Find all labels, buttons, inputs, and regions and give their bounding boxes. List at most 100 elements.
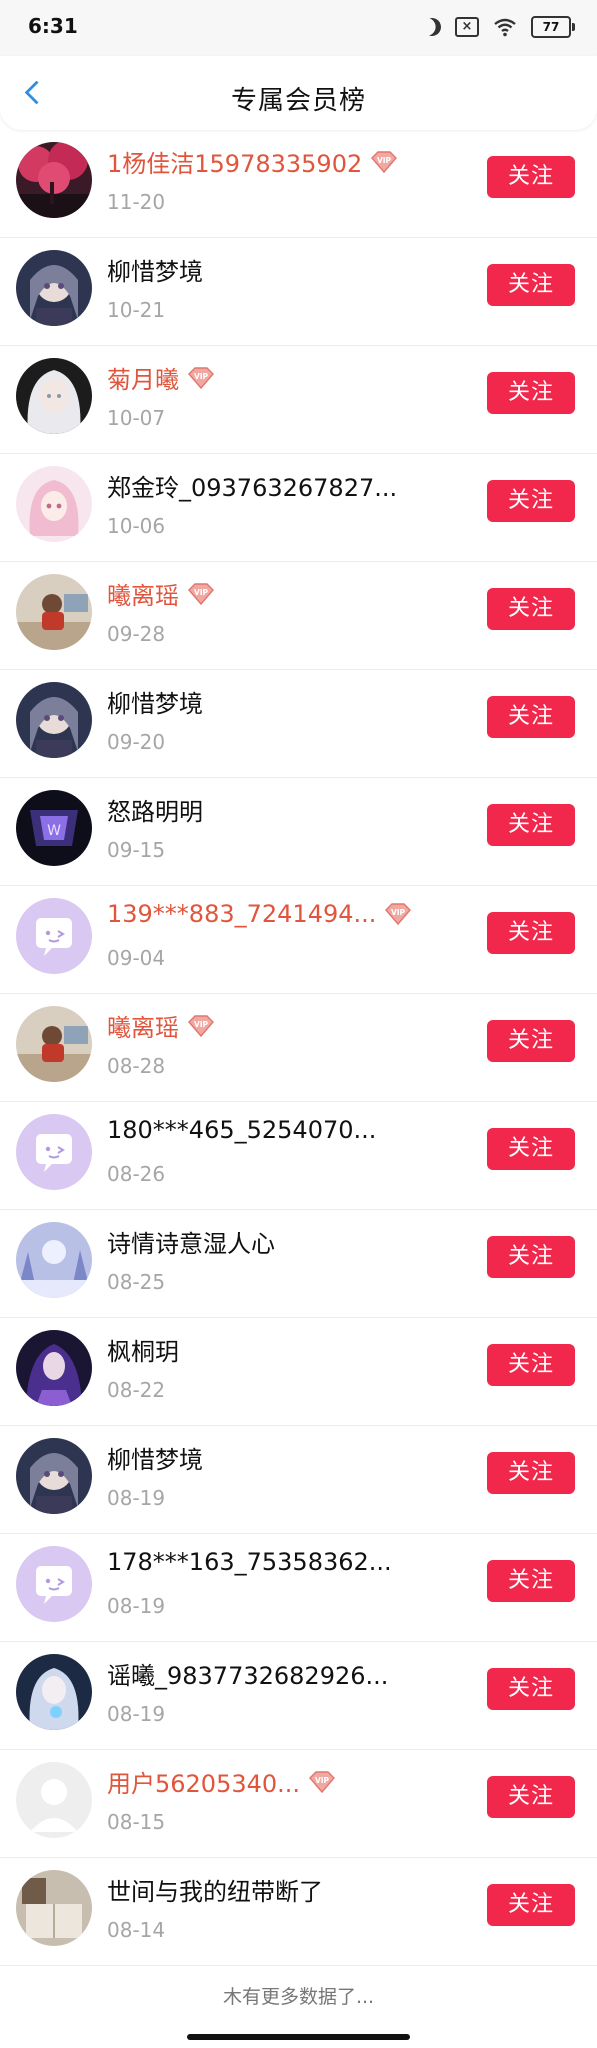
svg-text:VIP: VIP — [194, 1020, 209, 1029]
vip-diamond-icon: VIP — [382, 902, 414, 926]
member-row[interactable]: 曦离瑶 VIP 08-28 关注 — [0, 994, 597, 1102]
member-row[interactable]: 柳惜梦境 10-21 关注 — [0, 238, 597, 346]
member-name: 怒路明明 — [107, 792, 203, 827]
member-name: 柳惜梦境 — [107, 1440, 203, 1475]
member-date: 09-20 — [107, 730, 166, 754]
member-date: 08-19 — [107, 1702, 166, 1726]
member-name-text: 139***883_7241494... — [107, 900, 377, 928]
follow-button[interactable]: 关注 — [487, 264, 575, 306]
avatar[interactable] — [16, 1762, 92, 1838]
member-date: 08-14 — [107, 1918, 166, 1942]
avatar[interactable] — [16, 1222, 92, 1298]
header: 专属会员榜 — [0, 56, 597, 130]
follow-button[interactable]: 关注 — [487, 696, 575, 738]
follow-button[interactable]: 关注 — [487, 480, 575, 522]
vip-diamond-icon: VIP — [368, 150, 400, 174]
svg-text:VIP: VIP — [194, 372, 209, 381]
member-name: 诗情诗意湿人心 — [107, 1224, 275, 1259]
member-date: 09-28 — [107, 622, 166, 646]
avatar[interactable] — [16, 1330, 92, 1406]
member-row[interactable]: 柳惜梦境 08-19 关注 — [0, 1426, 597, 1534]
member-row[interactable]: 柳惜梦境 09-20 关注 — [0, 670, 597, 778]
member-row[interactable]: 世间与我的纽带断了 08-14 关注 — [0, 1858, 597, 1966]
member-date: 09-04 — [107, 946, 166, 970]
member-date: 11-20 — [107, 190, 166, 214]
member-row[interactable]: 枫桐玥 08-22 关注 — [0, 1318, 597, 1426]
member-row[interactable]: 菊月曦 VIP 10-07 关注 — [0, 346, 597, 454]
vip-diamond-icon: VIP — [185, 366, 217, 390]
follow-button[interactable]: 关注 — [487, 156, 575, 198]
member-name-text: 柳惜梦境 — [107, 258, 203, 286]
avatar[interactable] — [16, 898, 92, 974]
member-name-text: 枫桐玥 — [107, 1338, 179, 1366]
avatar[interactable] — [16, 1438, 92, 1514]
member-date: 08-19 — [107, 1486, 166, 1510]
status-icons: × 77 — [423, 14, 575, 40]
member-name: 枫桐玥 — [107, 1332, 179, 1367]
member-name-text: 用户56205340... — [107, 1770, 301, 1798]
member-row[interactable]: 178***163_75358362... 08-19 关注 — [0, 1534, 597, 1642]
vip-diamond-icon: VIP — [185, 1014, 217, 1038]
follow-button[interactable]: 关注 — [487, 1452, 575, 1494]
member-name: 世间与我的纽带断了 — [107, 1872, 323, 1907]
member-date: 08-28 — [107, 1054, 166, 1078]
page-title: 专属会员榜 — [230, 86, 366, 116]
member-date: 10-07 — [107, 406, 166, 430]
svg-text:VIP: VIP — [194, 588, 209, 597]
member-name-text: 180***465_5254070... — [107, 1116, 377, 1144]
member-name: 郑金玲_093763267827... — [107, 468, 397, 503]
follow-button[interactable]: 关注 — [487, 1668, 575, 1710]
member-row[interactable]: 诗情诗意湿人心 08-25 关注 — [0, 1210, 597, 1318]
member-row[interactable]: 曦离瑶 VIP 09-28 关注 — [0, 562, 597, 670]
avatar[interactable] — [16, 142, 92, 218]
follow-button[interactable]: 关注 — [487, 912, 575, 954]
status-bar: 6:31 × 77 — [0, 0, 597, 56]
follow-button[interactable]: 关注 — [487, 1884, 575, 1926]
svg-text:VIP: VIP — [377, 156, 392, 165]
avatar[interactable] — [16, 466, 92, 542]
member-date: 10-21 — [107, 298, 166, 322]
avatar[interactable]: W — [16, 790, 92, 866]
vip-diamond-icon: VIP — [306, 1770, 338, 1794]
member-name: 178***163_75358362... — [107, 1548, 392, 1576]
member-row[interactable]: 郑金玲_093763267827... 10-06 关注 — [0, 454, 597, 562]
follow-button[interactable]: 关注 — [487, 372, 575, 414]
member-name-text: 178***163_75358362... — [107, 1548, 392, 1576]
member-name: 柳惜梦境 — [107, 252, 203, 287]
member-name-text: 曦离瑶 — [107, 582, 179, 610]
avatar[interactable] — [16, 1006, 92, 1082]
member-date: 10-06 — [107, 514, 166, 538]
avatar[interactable] — [16, 1114, 92, 1190]
avatar[interactable] — [16, 1870, 92, 1946]
member-name-text: 柳惜梦境 — [107, 1446, 203, 1474]
battery-icon: 77 — [531, 16, 575, 38]
avatar[interactable] — [16, 1546, 92, 1622]
member-row[interactable]: W 怒路明明 09-15 关注 — [0, 778, 597, 886]
member-row[interactable]: 139***883_7241494... VIP 09-04 关注 — [0, 886, 597, 994]
follow-button[interactable]: 关注 — [487, 1560, 575, 1602]
member-name-text: 诗情诗意湿人心 — [107, 1230, 275, 1258]
avatar[interactable] — [16, 574, 92, 650]
follow-button[interactable]: 关注 — [487, 1128, 575, 1170]
follow-button[interactable]: 关注 — [487, 1344, 575, 1386]
avatar[interactable] — [16, 250, 92, 326]
member-row[interactable]: 用户56205340... VIP 08-15 关注 — [0, 1750, 597, 1858]
member-name: 用户56205340... VIP — [107, 1764, 338, 1799]
follow-button[interactable]: 关注 — [487, 804, 575, 846]
member-row[interactable]: 180***465_5254070... 08-26 关注 — [0, 1102, 597, 1210]
svg-text:VIP: VIP — [391, 908, 406, 917]
follow-button[interactable]: 关注 — [487, 1020, 575, 1062]
member-row[interactable]: 谣曦_9837732682926... 08-19 关注 — [0, 1642, 597, 1750]
svg-text:W: W — [47, 823, 61, 839]
member-name: 曦离瑶 VIP — [107, 1008, 217, 1043]
member-name: 柳惜梦境 — [107, 684, 203, 719]
avatar[interactable] — [16, 1654, 92, 1730]
follow-button[interactable]: 关注 — [487, 588, 575, 630]
follow-button[interactable]: 关注 — [487, 1236, 575, 1278]
svg-text:VIP: VIP — [315, 1776, 330, 1785]
member-row[interactable]: 1杨佳洁15978335902 VIP 11-20 关注 — [0, 130, 597, 238]
avatar[interactable] — [16, 358, 92, 434]
follow-button[interactable]: 关注 — [487, 1776, 575, 1818]
avatar[interactable] — [16, 682, 92, 758]
member-date: 08-15 — [107, 1810, 166, 1834]
